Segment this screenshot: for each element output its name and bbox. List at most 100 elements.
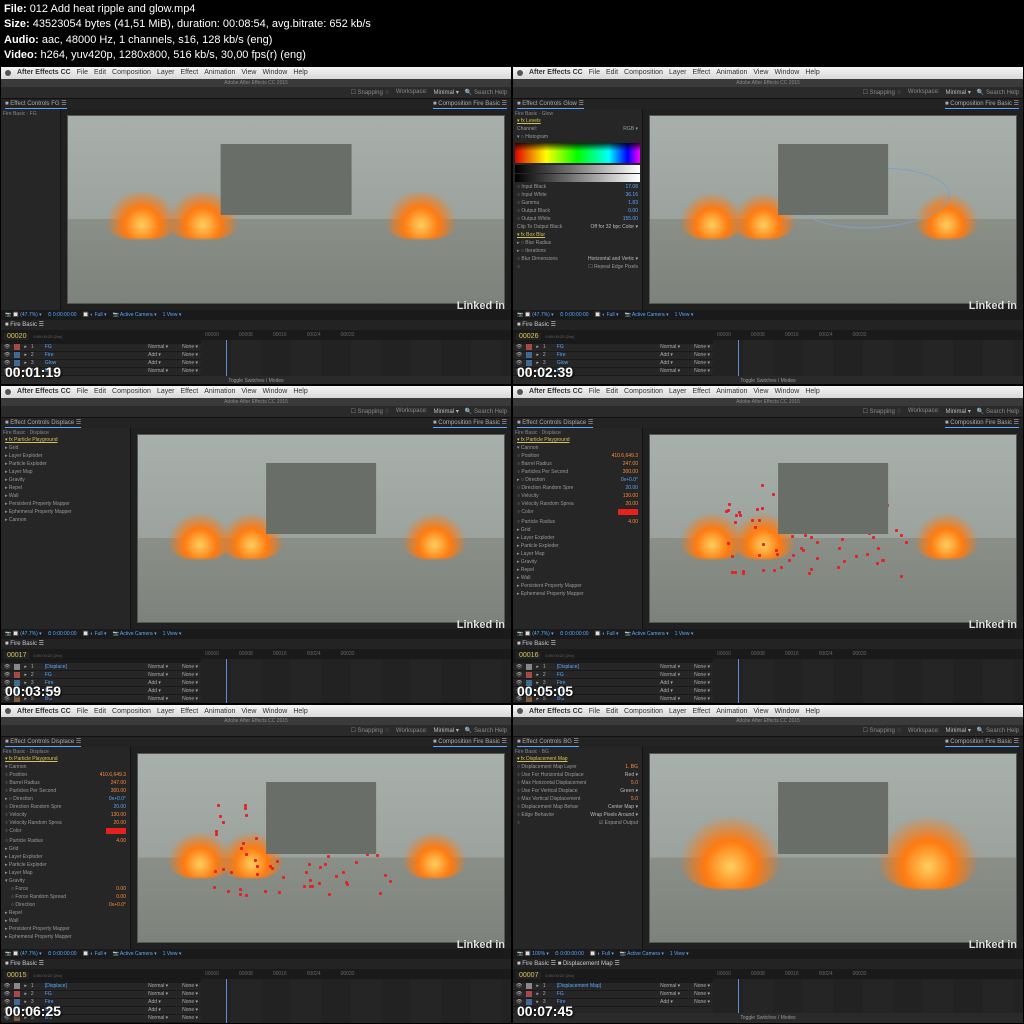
snapping-toggle[interactable]: ☐ Snapping ♢ bbox=[862, 727, 901, 734]
menu-animation[interactable]: Animation bbox=[204, 69, 235, 76]
histogram-icon[interactable] bbox=[515, 143, 640, 163]
current-frame[interactable]: 00017 bbox=[4, 652, 29, 659]
zoom-select[interactable]: 📷 🔲 (47.7%) ▾ bbox=[5, 312, 42, 318]
section-grid[interactable]: ▸ Grid bbox=[515, 526, 640, 534]
menu-layer[interactable]: Layer bbox=[157, 69, 175, 76]
section-gravity[interactable]: ▸ Gravity bbox=[515, 558, 640, 566]
effect-box-blur[interactable]: ▾ fx Box Blur bbox=[515, 231, 640, 239]
panel-tab-effect-controls[interactable]: ■ Effect Controls BG ☰ bbox=[517, 737, 579, 747]
prop-input-black[interactable]: ○ Input Black17.08 bbox=[515, 183, 640, 191]
section-cannon[interactable]: ▾ Cannon bbox=[3, 763, 128, 771]
menu-edit[interactable]: Edit bbox=[94, 69, 106, 76]
section-layer-map[interactable]: ▸ Layer Map bbox=[3, 869, 128, 877]
channel-select[interactable]: Channel:RGB ▾ bbox=[515, 125, 640, 133]
section-wall[interactable]: ▸ Wall bbox=[515, 574, 640, 582]
timeline-tab-2[interactable]: ■ Displacement Map ☰ bbox=[558, 961, 620, 967]
composition-preview[interactable] bbox=[643, 747, 1023, 948]
preview-canvas[interactable] bbox=[649, 115, 1017, 304]
panel-tab-effect-controls[interactable]: ■ Effect Controls Glow ☰ bbox=[517, 99, 584, 109]
menu-edit[interactable]: Edit bbox=[606, 388, 618, 395]
snapping-toggle[interactable]: ☐ Snapping ♢ bbox=[862, 408, 901, 415]
timeline-layer-fg[interactable]: 👁▸2 FGNormal ▾None ▾ bbox=[513, 991, 713, 999]
menu-help[interactable]: Help bbox=[293, 69, 307, 76]
section-grid[interactable]: ▸ Grid bbox=[3, 845, 128, 853]
apple-icon[interactable] bbox=[5, 389, 11, 395]
timeline-layer-fg[interactable]: 👁▸2 FGNormal ▾None ▾ bbox=[513, 671, 713, 679]
menu-window[interactable]: Window bbox=[262, 388, 287, 395]
timeline-layer--displace-[interactable]: 👁▸1 [Displace]Normal ▾None ▾ bbox=[1, 983, 201, 991]
section-ephemeral-property-mapper[interactable]: ▸ Ephemeral Property Mapper bbox=[3, 508, 128, 516]
section-gravity[interactable]: ▸ Gravity bbox=[3, 476, 128, 484]
zoom-select[interactable]: 📷 🔲 100% ▾ bbox=[517, 951, 549, 957]
menu-layer[interactable]: Layer bbox=[669, 708, 687, 715]
menu-composition[interactable]: Composition bbox=[112, 708, 151, 715]
panel-tab-effect-controls[interactable]: ■ Effect Controls FG ☰ bbox=[5, 99, 67, 109]
toggle-switches-button[interactable]: Toggle Switches / Modes bbox=[513, 376, 1023, 385]
menu-window[interactable]: Window bbox=[262, 708, 287, 715]
view-select[interactable]: 1 View ▾ bbox=[163, 631, 182, 637]
apple-icon[interactable] bbox=[5, 708, 11, 714]
search-help[interactable]: 🔍 Search Help bbox=[977, 89, 1019, 96]
menu-animation[interactable]: Animation bbox=[716, 388, 747, 395]
apple-icon[interactable] bbox=[517, 70, 523, 76]
effect-particle-playground[interactable]: ▾ fx Particle Playground bbox=[3, 755, 128, 763]
resolution-select[interactable]: 🔲 ◐ Full ▾ bbox=[83, 631, 107, 637]
current-frame[interactable]: 00007 bbox=[516, 972, 541, 979]
menu-help[interactable]: Help bbox=[805, 69, 819, 76]
section-layer-exploder[interactable]: ▸ Layer Exploder bbox=[3, 452, 128, 460]
snapping-toggle[interactable]: ☐ Snapping ♢ bbox=[862, 89, 901, 96]
menu-effect[interactable]: Effect bbox=[180, 708, 198, 715]
prop-displacement-map-behav[interactable]: ○ Displacement Map BehavCenter Map ▾ bbox=[515, 803, 640, 811]
menu-layer[interactable]: Layer bbox=[157, 388, 175, 395]
section-persistent-property-mapper[interactable]: ▸ Persistent Property Mapper bbox=[515, 582, 640, 590]
menu-window[interactable]: Window bbox=[774, 69, 799, 76]
preview-canvas[interactable] bbox=[137, 434, 505, 623]
menu-animation[interactable]: Animation bbox=[204, 388, 235, 395]
menu-view[interactable]: View bbox=[241, 69, 256, 76]
camera-select[interactable]: 📷 Active Camera ▾ bbox=[625, 312, 669, 318]
apple-icon[interactable] bbox=[517, 708, 523, 714]
workspace-select[interactable]: Minimal ▾ bbox=[433, 727, 458, 734]
prop-output-white[interactable]: ○ Output White155.00 bbox=[515, 215, 640, 223]
resolution-select[interactable]: 🔲 ◐ Full ▾ bbox=[83, 951, 107, 957]
prop-velocity-random-sprea[interactable]: ○ Velocity Random Sprea20.00 bbox=[3, 819, 128, 827]
prop-particle-radius[interactable]: ○ Particle Radius4.00 bbox=[3, 837, 128, 845]
effect-displacement-map[interactable]: ▾ fx Displacement Map bbox=[515, 755, 640, 763]
prop-edge-behavior[interactable]: ○ Edge BehaviorWrap Pixels Around ▾ bbox=[515, 811, 640, 819]
snapping-toggle[interactable]: ☐ Snapping ♢ bbox=[350, 727, 389, 734]
apple-icon[interactable] bbox=[517, 389, 523, 395]
section-particle-exploder[interactable]: ▸ Particle Exploder bbox=[3, 861, 128, 869]
prop-use-for-vertical-displace[interactable]: ○ Use For Vertical DisplaceGreen ▾ bbox=[515, 787, 640, 795]
menu-effect[interactable]: Effect bbox=[180, 388, 198, 395]
resolution-select[interactable]: 🔲 ◐ Full ▾ bbox=[590, 951, 614, 957]
zoom-select[interactable]: 📷 🔲 (47.7%) ▾ bbox=[517, 631, 554, 637]
menu-file[interactable]: File bbox=[77, 388, 88, 395]
current-frame[interactable]: 00020 bbox=[4, 333, 29, 340]
menu-composition[interactable]: Composition bbox=[112, 388, 151, 395]
timecode-readout[interactable]: ⏱ 0:00:00:00 bbox=[48, 312, 77, 318]
timeline-tab[interactable]: ■ Fire Basic ☰ bbox=[5, 322, 44, 328]
prop-direction[interactable]: ▸ ○ Direction0x+0.0° bbox=[3, 795, 128, 803]
timeline-tab[interactable]: ■ Fire Basic ☰ bbox=[517, 322, 556, 328]
current-frame[interactable]: 00015 bbox=[4, 972, 29, 979]
zoom-select[interactable]: 📷 🔲 (47.7%) ▾ bbox=[5, 631, 42, 637]
toggle-switches-button[interactable]: Toggle Switches / Modes bbox=[513, 1013, 1023, 1023]
section-particle-exploder[interactable]: ▸ Particle Exploder bbox=[515, 542, 640, 550]
current-frame[interactable]: 00026 bbox=[516, 333, 541, 340]
panel-tab-composition[interactable]: ■ Composition Fire Basic ☰ bbox=[945, 418, 1019, 428]
camera-select[interactable]: 📷 Active Camera ▾ bbox=[625, 631, 669, 637]
section-ephemeral-property-mapper[interactable]: ▸ Ephemeral Property Mapper bbox=[3, 933, 128, 941]
panel-tab-composition[interactable]: ■ Composition Fire Basic ☰ bbox=[433, 418, 507, 428]
timeline-layer--displace-[interactable]: 👁▸1 [Displace]Normal ▾None ▾ bbox=[1, 663, 201, 671]
camera-select[interactable]: 📷 Active Camera ▾ bbox=[620, 951, 664, 957]
menu-composition[interactable]: Composition bbox=[624, 708, 663, 715]
timecode-readout[interactable]: ⏱ 0:00:00:00 bbox=[560, 631, 589, 637]
composition-preview[interactable] bbox=[61, 109, 511, 310]
timeline-layer-fg[interactable]: 👁▸1 FGNormal ▾None ▾ bbox=[513, 344, 713, 352]
prop-gamma[interactable]: ○ Gamma1.83 bbox=[515, 199, 640, 207]
workspace-select[interactable]: Minimal ▾ bbox=[945, 408, 970, 415]
menu-help[interactable]: Help bbox=[805, 388, 819, 395]
section-repel[interactable]: ▸ Repel bbox=[515, 566, 640, 574]
menu-help[interactable]: Help bbox=[805, 708, 819, 715]
prop-barrel-radius[interactable]: ○ Barrel Radius247.00 bbox=[3, 779, 128, 787]
